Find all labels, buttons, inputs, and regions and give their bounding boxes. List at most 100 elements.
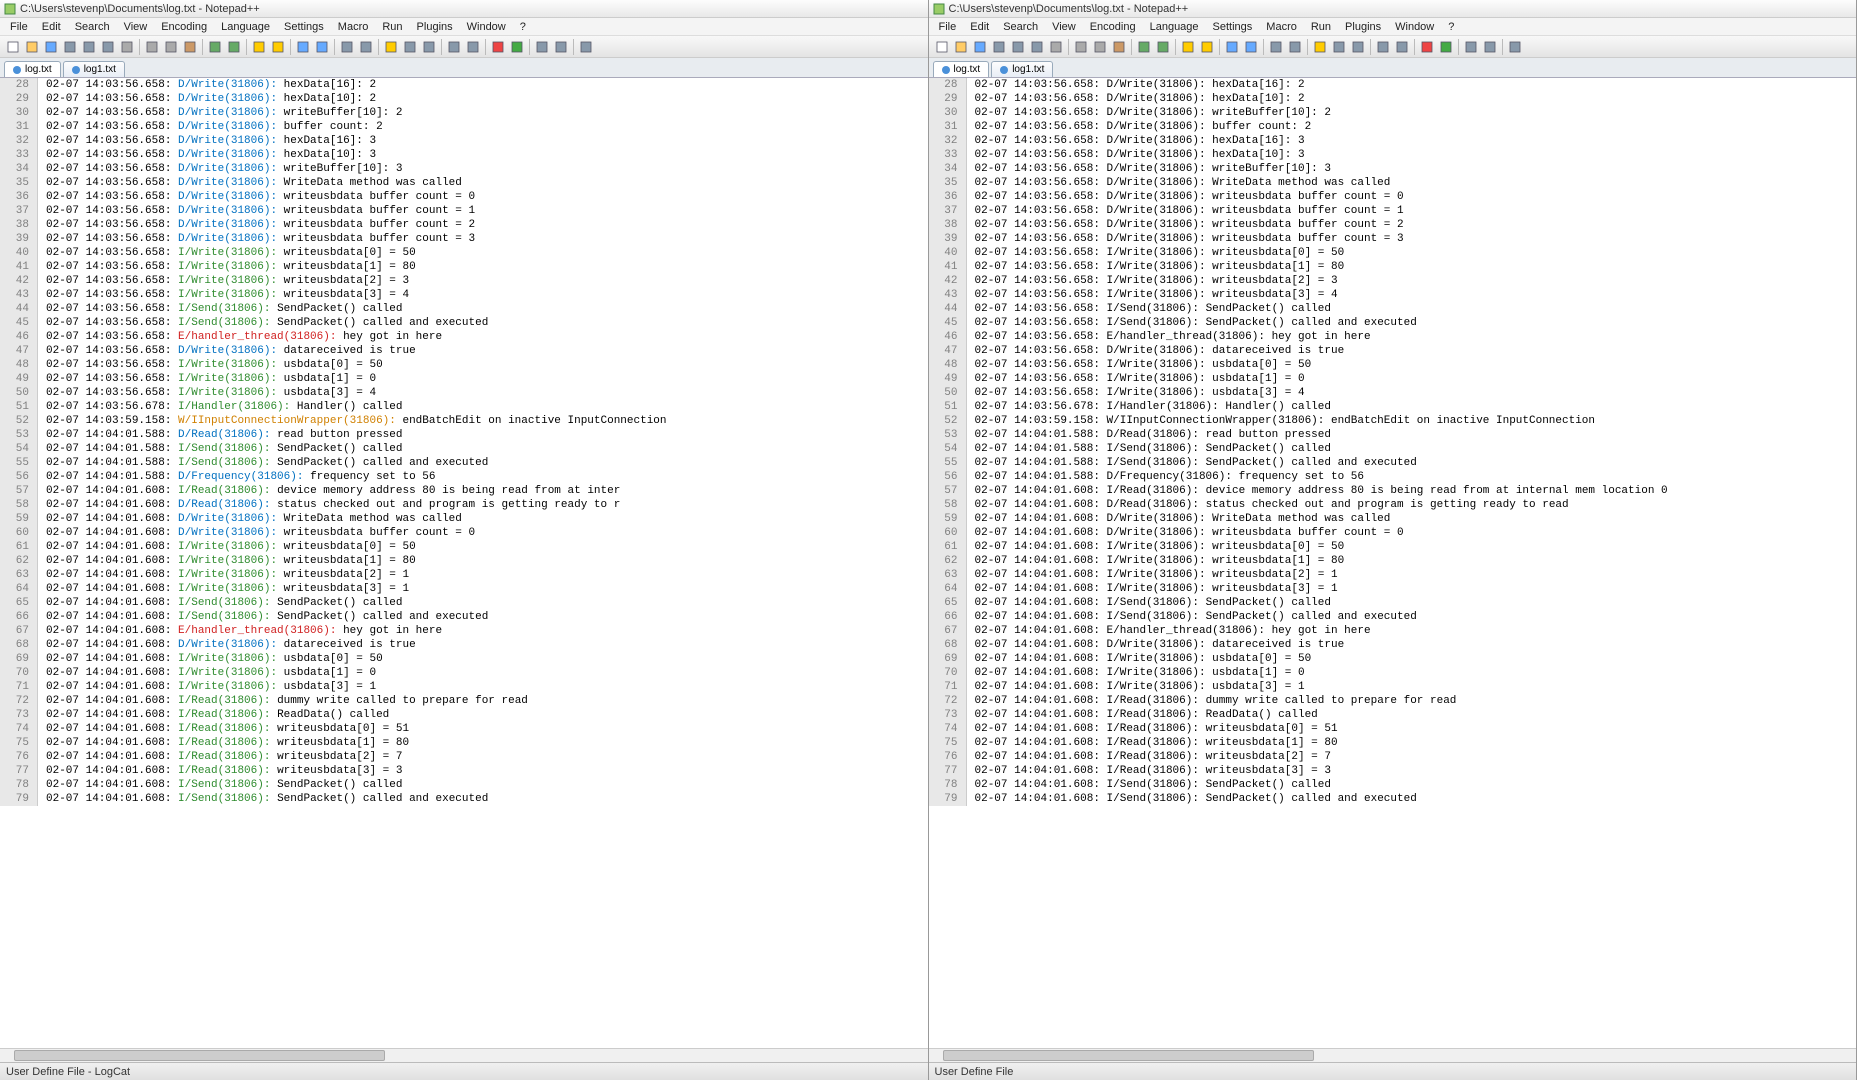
- close-icon[interactable]: [1009, 38, 1027, 56]
- hscroll-left[interactable]: [0, 1048, 928, 1062]
- cut-icon[interactable]: [1072, 38, 1090, 56]
- all-chars-icon[interactable]: [1330, 38, 1348, 56]
- play-icon[interactable]: [508, 38, 526, 56]
- new-icon[interactable]: [4, 38, 22, 56]
- menu-view[interactable]: View: [118, 20, 154, 34]
- find-icon[interactable]: [250, 38, 268, 56]
- tab-log-txt[interactable]: log.txt: [4, 61, 61, 77]
- fold-icon[interactable]: [445, 38, 463, 56]
- wrap-icon[interactable]: [382, 38, 400, 56]
- save-icon[interactable]: [42, 38, 60, 56]
- indent-icon[interactable]: [420, 38, 438, 56]
- menu-macro[interactable]: Macro: [332, 20, 375, 34]
- sync-v-icon[interactable]: [338, 38, 356, 56]
- print-icon[interactable]: [118, 38, 136, 56]
- sync-h-icon[interactable]: [357, 38, 375, 56]
- new-icon[interactable]: [933, 38, 951, 56]
- tab-log1-txt[interactable]: log1.txt: [63, 61, 125, 77]
- menu-encoding[interactable]: Encoding: [1084, 20, 1142, 34]
- save-icon[interactable]: [971, 38, 989, 56]
- save-all-icon[interactable]: [61, 38, 79, 56]
- replace-icon[interactable]: [269, 38, 287, 56]
- undo-icon[interactable]: [1135, 38, 1153, 56]
- menu-settings[interactable]: Settings: [278, 20, 330, 34]
- undo-icon[interactable]: [206, 38, 224, 56]
- menu-view[interactable]: View: [1046, 20, 1082, 34]
- print-icon[interactable]: [1047, 38, 1065, 56]
- sync-v-icon[interactable]: [1267, 38, 1285, 56]
- menu-language[interactable]: Language: [1144, 20, 1205, 34]
- menu-settings[interactable]: Settings: [1207, 20, 1259, 34]
- hscroll-thumb[interactable]: [943, 1050, 1314, 1061]
- menu-macro[interactable]: Macro: [1260, 20, 1303, 34]
- redo-icon[interactable]: [225, 38, 243, 56]
- menu-edit[interactable]: Edit: [964, 20, 995, 34]
- menu-file[interactable]: File: [4, 20, 34, 34]
- close-icon[interactable]: [80, 38, 98, 56]
- menu-run[interactable]: Run: [1305, 20, 1337, 34]
- hscroll-thumb[interactable]: [14, 1050, 385, 1061]
- all-chars-icon[interactable]: [401, 38, 419, 56]
- unfold-icon[interactable]: [464, 38, 482, 56]
- rec-icon[interactable]: [1418, 38, 1436, 56]
- zoom-out-icon[interactable]: [313, 38, 331, 56]
- paste-icon[interactable]: [1110, 38, 1128, 56]
- zoom-in-icon[interactable]: [1223, 38, 1241, 56]
- open-icon[interactable]: [952, 38, 970, 56]
- find-icon[interactable]: [1179, 38, 1197, 56]
- unfold-icon[interactable]: [1393, 38, 1411, 56]
- menu-plugins[interactable]: Plugins: [411, 20, 459, 34]
- func-list-icon[interactable]: [1481, 38, 1499, 56]
- toolbar-separator: [1502, 39, 1503, 55]
- copy-icon[interactable]: [1091, 38, 1109, 56]
- line-number: 76: [0, 750, 38, 764]
- log-line: 7902-07 14:04:01.608: I/Send(31806): Sen…: [0, 792, 928, 806]
- zoom-in-icon[interactable]: [294, 38, 312, 56]
- menu-help[interactable]: ?: [514, 20, 532, 34]
- doc-map-icon[interactable]: [1462, 38, 1480, 56]
- wrap-icon[interactable]: [1311, 38, 1329, 56]
- line-number: 30: [929, 106, 967, 120]
- monitor-icon[interactable]: [1506, 38, 1524, 56]
- menu-edit[interactable]: Edit: [36, 20, 67, 34]
- cut-icon[interactable]: [143, 38, 161, 56]
- paste-icon[interactable]: [181, 38, 199, 56]
- func-list-icon[interactable]: [552, 38, 570, 56]
- tab-log1-txt[interactable]: log1.txt: [991, 61, 1053, 77]
- save-all-icon[interactable]: [990, 38, 1008, 56]
- menu-plugins[interactable]: Plugins: [1339, 20, 1387, 34]
- redo-icon[interactable]: [1154, 38, 1172, 56]
- copy-icon[interactable]: [162, 38, 180, 56]
- log-line: 4102-07 14:03:56.658: I/Write(31806): wr…: [929, 260, 1857, 274]
- log-line: 6402-07 14:04:01.608: I/Write(31806): wr…: [0, 582, 928, 596]
- hscroll-right[interactable]: [929, 1048, 1857, 1062]
- indent-icon[interactable]: [1349, 38, 1367, 56]
- close-all-icon[interactable]: [99, 38, 117, 56]
- monitor-icon[interactable]: [577, 38, 595, 56]
- menu-language[interactable]: Language: [215, 20, 276, 34]
- menu-search[interactable]: Search: [69, 20, 116, 34]
- log-line: 4002-07 14:03:56.658: I/Write(31806): wr…: [929, 246, 1857, 260]
- editor-right[interactable]: 2802-07 14:03:56.658: D/Write(31806): he…: [929, 78, 1857, 1048]
- editor-left[interactable]: 2802-07 14:03:56.658: D/Write(31806): he…: [0, 78, 928, 1048]
- zoom-out-icon[interactable]: [1242, 38, 1260, 56]
- menu-run[interactable]: Run: [376, 20, 408, 34]
- menu-file[interactable]: File: [933, 20, 963, 34]
- log-line: 6202-07 14:04:01.608: I/Write(31806): wr…: [929, 554, 1857, 568]
- doc-map-icon[interactable]: [533, 38, 551, 56]
- menu-window[interactable]: Window: [461, 20, 512, 34]
- menu-window[interactable]: Window: [1389, 20, 1440, 34]
- play-icon[interactable]: [1437, 38, 1455, 56]
- line-number: 42: [929, 274, 967, 288]
- close-all-icon[interactable]: [1028, 38, 1046, 56]
- menu-encoding[interactable]: Encoding: [155, 20, 213, 34]
- menu-search[interactable]: Search: [997, 20, 1044, 34]
- sync-h-icon[interactable]: [1286, 38, 1304, 56]
- rec-icon[interactable]: [489, 38, 507, 56]
- replace-icon[interactable]: [1198, 38, 1216, 56]
- tab-log-txt[interactable]: log.txt: [933, 61, 990, 77]
- line-content: 02-07 14:03:59.158: W/IInputConnectionWr…: [38, 414, 667, 428]
- fold-icon[interactable]: [1374, 38, 1392, 56]
- menu-help[interactable]: ?: [1442, 20, 1460, 34]
- open-icon[interactable]: [23, 38, 41, 56]
